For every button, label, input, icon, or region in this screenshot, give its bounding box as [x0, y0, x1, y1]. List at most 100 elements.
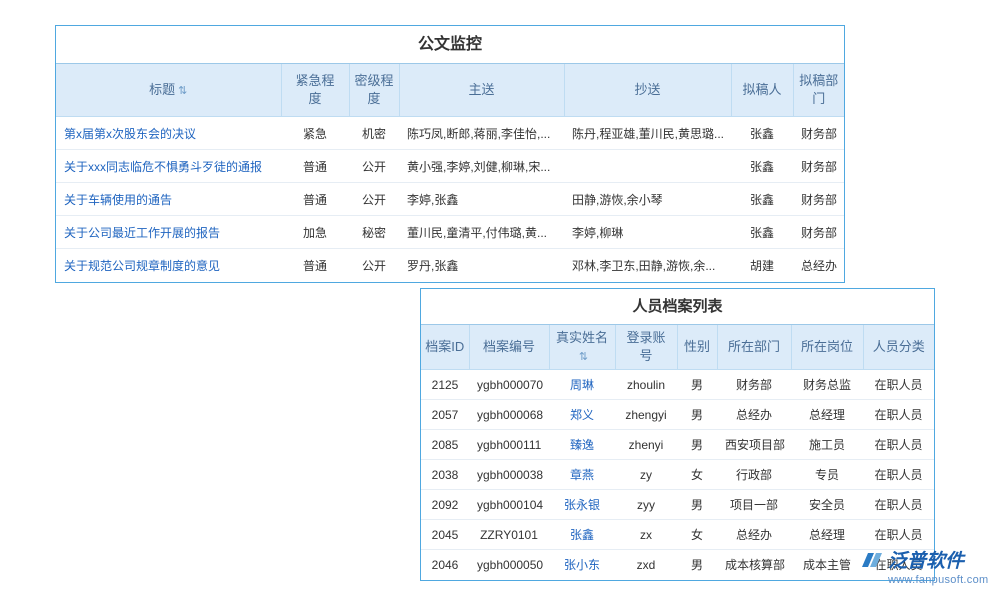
- doc-col-urgency-label: 紧急程度: [295, 72, 336, 107]
- doc-col-secrecy-label: 密级程度: [354, 72, 395, 107]
- table-row[interactable]: 2045 ZZRY0101 张鑫 zx 女 总经办 总经理 在职人员: [421, 520, 934, 550]
- doc-col-title[interactable]: 标题⇅: [56, 64, 281, 117]
- doc-header-row: 标题⇅ 紧急程度 密级程度 主送 抄送 拟稿人 拟稿部门: [56, 64, 844, 117]
- cell-to: 董川民,童清平,付伟璐,黄...: [399, 216, 564, 249]
- doc-col-to: 主送: [399, 64, 564, 117]
- cell-category: 在职人员: [863, 400, 934, 430]
- cell-dept: 总经办: [717, 400, 791, 430]
- cell-secrecy: 机密: [349, 117, 399, 150]
- cell-dept: 财务部: [717, 370, 791, 400]
- doc-title-link[interactable]: 关于xxx同志临危不惧勇斗歹徒的通报: [56, 150, 281, 183]
- table-row[interactable]: 第x届第x次股东会的决议 紧急 机密 陈巧凤,断郎,蒋丽,李佳怡,... 陈丹,…: [56, 117, 844, 150]
- cell-gender: 女: [677, 520, 717, 550]
- sort-icon[interactable]: ⇅: [178, 85, 187, 97]
- doc-col-cc-label: 抄送: [634, 82, 660, 97]
- cell-drafter: 张鑫: [731, 183, 793, 216]
- table-row[interactable]: 关于xxx同志临危不惧勇斗歹徒的通报 普通 公开 黄小强,李婷,刘健,柳琳,宋.…: [56, 150, 844, 183]
- cell-id: 2046: [421, 550, 469, 580]
- person-name-link[interactable]: 张小东: [549, 550, 615, 580]
- cell-dept: 总经办: [793, 249, 844, 282]
- cell-id: 2045: [421, 520, 469, 550]
- table-row[interactable]: 2092 ygbh000104 张永银 zyy 男 项目一部 安全员 在职人员: [421, 490, 934, 520]
- doc-col-dept-label: 拟稿部门: [798, 72, 839, 107]
- doc-col-title-label: 标题: [149, 82, 175, 97]
- cell-gender: 女: [677, 460, 717, 490]
- cell-cc: 陈丹,程亚雄,董川民,黄思璐...: [564, 117, 731, 150]
- cell-post: 施工员: [791, 430, 863, 460]
- col-post-label: 所在岗位: [801, 339, 853, 354]
- cell-post: 总经理: [791, 400, 863, 430]
- doc-col-secrecy: 密级程度: [349, 64, 399, 117]
- table-row[interactable]: 关于规范公司规章制度的意见 普通 公开 罗丹,张鑫 邓林,李卫东,田静,游恢,余…: [56, 249, 844, 282]
- cell-post: 成本主管: [791, 550, 863, 580]
- doc-col-drafter-label: 拟稿人: [742, 82, 781, 97]
- table-row[interactable]: 关于公司最近工作开展的报告 加急 秘密 董川民,童清平,付伟璐,黄... 李婷,…: [56, 216, 844, 249]
- cell-code: ygbh000068: [469, 400, 549, 430]
- cell-dept: 西安项目部: [717, 430, 791, 460]
- cell-account: zhengyi: [615, 400, 677, 430]
- cell-gender: 男: [677, 490, 717, 520]
- sort-icon[interactable]: ⇅: [579, 351, 588, 363]
- cell-gender: 男: [677, 370, 717, 400]
- cell-urgency: 紧急: [281, 117, 349, 150]
- cell-code: ygbh000111: [469, 430, 549, 460]
- doc-title-link[interactable]: 关于车辆使用的通告: [56, 183, 281, 216]
- cell-category: 在职人员: [863, 460, 934, 490]
- person-name-link[interactable]: 张鑫: [549, 520, 615, 550]
- cell-cc: 李婷,柳琳: [564, 216, 731, 249]
- cell-code: ygbh000038: [469, 460, 549, 490]
- doc-table: 标题⇅ 紧急程度 密级程度 主送 抄送 拟稿人 拟稿部门 第x届第x次股东会的决…: [56, 64, 844, 282]
- cell-urgency: 普通: [281, 183, 349, 216]
- cell-id: 2038: [421, 460, 469, 490]
- cell-category: 在职人员: [863, 490, 934, 520]
- doc-title-link[interactable]: 关于公司最近工作开展的报告: [56, 216, 281, 249]
- cell-dept: 行政部: [717, 460, 791, 490]
- table-row[interactable]: 2125 ygbh000070 周琳 zhoulin 男 财务部 财务总监 在职…: [421, 370, 934, 400]
- col-real-name-label: 真实姓名: [556, 330, 608, 345]
- cell-to: 黄小强,李婷,刘健,柳琳,宋...: [399, 150, 564, 183]
- cell-urgency: 普通: [281, 249, 349, 282]
- cell-post: 总经理: [791, 520, 863, 550]
- cell-code: ygbh000104: [469, 490, 549, 520]
- cell-code: ZZRY0101: [469, 520, 549, 550]
- fanpu-watermark: 泛普软件 www.fanpusoft.com: [860, 546, 1000, 586]
- doc-title-link[interactable]: 关于规范公司规章制度的意见: [56, 249, 281, 282]
- col-real-name[interactable]: 真实姓名 ⇅: [549, 325, 615, 370]
- col-gender: 性别: [677, 325, 717, 370]
- cell-code: ygbh000050: [469, 550, 549, 580]
- person-name-link[interactable]: 张永银: [549, 490, 615, 520]
- person-name-link[interactable]: 周琳: [549, 370, 615, 400]
- person-name-link[interactable]: 郑义: [549, 400, 615, 430]
- fanpu-brand-text: 泛普软件: [888, 546, 964, 573]
- cell-to: 罗丹,张鑫: [399, 249, 564, 282]
- col-post: 所在岗位: [791, 325, 863, 370]
- table-row[interactable]: 2046 ygbh000050 张小东 zxd 男 成本核算部 成本主管 在职人…: [421, 550, 934, 580]
- col-file-code: 档案编号: [469, 325, 549, 370]
- cell-category: 在职人员: [863, 520, 934, 550]
- cell-dept: 财务部: [793, 216, 844, 249]
- table-row[interactable]: 关于车辆使用的通告 普通 公开 李婷,张鑫 田静,游恢,余小琴 张鑫 财务部: [56, 183, 844, 216]
- cell-id: 2125: [421, 370, 469, 400]
- doc-table-title: 公文监控: [56, 26, 844, 64]
- fanpu-brand-row: 泛普软件: [860, 546, 1000, 573]
- cell-secrecy: 公开: [349, 249, 399, 282]
- cell-id: 2057: [421, 400, 469, 430]
- person-name-link[interactable]: 臻逸: [549, 430, 615, 460]
- table-row[interactable]: 2057 ygbh000068 郑义 zhengyi 男 总经办 总经理 在职人…: [421, 400, 934, 430]
- doc-title-link[interactable]: 第x届第x次股东会的决议: [56, 117, 281, 150]
- col-gender-label: 性别: [684, 339, 710, 354]
- cell-post: 财务总监: [791, 370, 863, 400]
- cell-id: 2085: [421, 430, 469, 460]
- cell-drafter: 张鑫: [731, 117, 793, 150]
- cell-drafter: 胡建: [731, 249, 793, 282]
- doc-col-dept: 拟稿部门: [793, 64, 844, 117]
- doc-monitor-card: 公文监控 标题⇅ 紧急程度 密级程度 主送 抄送 拟稿人 拟稿部门 第x届第x次…: [55, 25, 845, 283]
- person-name-link[interactable]: 章燕: [549, 460, 615, 490]
- personnel-table-title: 人员档案列表: [421, 289, 934, 325]
- cell-post: 专员: [791, 460, 863, 490]
- fanpu-url: www.fanpusoft.com: [860, 574, 1000, 586]
- table-row[interactable]: 2085 ygbh000111 臻逸 zhenyi 男 西安项目部 施工员 在职…: [421, 430, 934, 460]
- cell-dept: 财务部: [793, 150, 844, 183]
- table-row[interactable]: 2038 ygbh000038 章燕 zy 女 行政部 专员 在职人员: [421, 460, 934, 490]
- cell-dept: 财务部: [793, 117, 844, 150]
